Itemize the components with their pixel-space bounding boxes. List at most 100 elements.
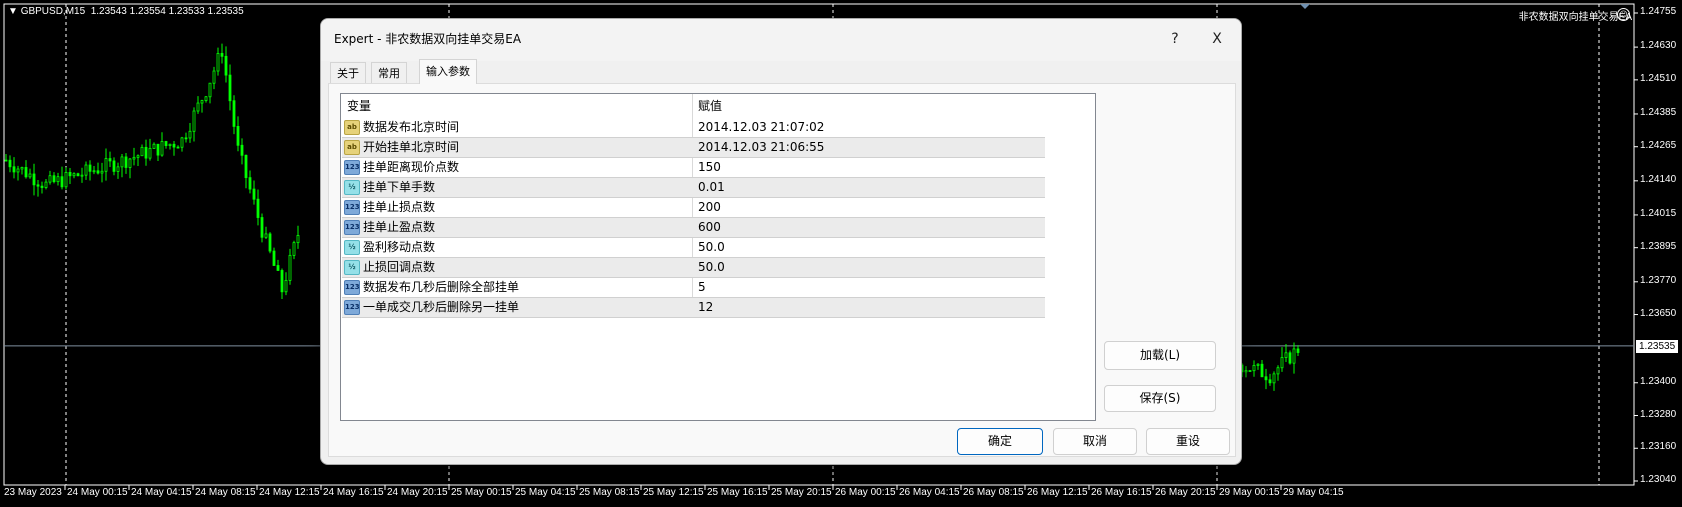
candle-body (220, 53, 224, 57)
help-button[interactable]: ? (1155, 25, 1195, 53)
integer-type-icon: 123 (344, 300, 360, 315)
cancel-button[interactable]: 取消 (1053, 428, 1137, 455)
reset-button[interactable]: 重设 (1146, 428, 1230, 455)
parameter-value[interactable]: 150 (698, 158, 721, 177)
parameter-row[interactable]: 123 挂单止损点数 200 (342, 198, 1045, 218)
candle-body (16, 168, 20, 173)
save-button[interactable]: 保存(S) (1104, 385, 1216, 412)
parameter-value[interactable]: 50.0 (698, 258, 725, 277)
candle-body (128, 158, 132, 168)
current-price-label: 1.23535 (1636, 340, 1679, 353)
parameter-row[interactable]: ½ 盈利移动点数 50.0 (342, 238, 1045, 258)
candle-body (164, 141, 168, 146)
candle-body (216, 53, 220, 72)
candle-body (212, 70, 216, 84)
parameter-value[interactable]: 0.01 (698, 178, 725, 197)
price-tick-label: 1.24015 (1640, 207, 1677, 219)
candle-body (256, 198, 260, 218)
candle-body (1292, 348, 1296, 364)
parameter-name: 数据发布几秒后删除全部挂单 (363, 280, 520, 294)
candle-body (180, 137, 184, 148)
time-tick-label: 24 May 00:15 (67, 487, 128, 498)
parameter-row[interactable]: 123 一单成交几秒后删除另一挂单 12 (342, 298, 1045, 318)
parameter-row[interactable]: ab 开始挂单北京时间 2014.12.03 21:06:55 (342, 138, 1045, 158)
parameter-name: 止损回调点数 (363, 260, 436, 274)
candle-body (224, 55, 228, 76)
column-header-variable[interactable]: 变量 (341, 94, 371, 118)
parameter-value[interactable]: 600 (698, 218, 721, 237)
candle-body (1260, 363, 1264, 378)
candle-body (284, 279, 288, 293)
time-tick-label: 26 May 08:15 (963, 487, 1024, 498)
tab-inputs[interactable]: 输入参数 (419, 59, 477, 84)
candle-body (140, 146, 144, 157)
column-header-value[interactable]: 赋值 (692, 94, 722, 118)
candle-body (236, 126, 240, 146)
parameter-name: 挂单距离现价点数 (363, 160, 460, 174)
integer-type-icon: 123 (344, 200, 360, 215)
smiley-icon[interactable]: ☺ (1617, 8, 1630, 21)
parameter-row[interactable]: ½ 止损回调点数 50.0 (342, 258, 1045, 278)
price-tick-label: 1.23895 (1640, 240, 1677, 252)
candle-body (200, 100, 204, 104)
parameter-row[interactable]: ½ 挂单下单手数 0.01 (342, 178, 1045, 198)
candle-body (1280, 357, 1284, 369)
candle-body (32, 173, 36, 186)
candle-body (160, 141, 164, 156)
time-tick-label: 24 May 16:15 (323, 487, 384, 498)
candle-body (172, 143, 176, 148)
dropdown-triangle-icon[interactable]: ▼ (8, 6, 18, 17)
parameters-table[interactable]: 变量 赋值 ab 数据发布北京时间 2014.12.03 21:07:02 ab … (340, 93, 1096, 421)
close-button[interactable]: X (1197, 25, 1237, 53)
price-tick-label: 1.24385 (1640, 106, 1677, 118)
tab-about[interactable]: 关于 (330, 62, 366, 84)
parameter-row[interactable]: 123 挂单距离现价点数 150 (342, 158, 1045, 178)
time-tick-label: 24 May 04:15 (131, 487, 192, 498)
price-tick-label: 1.23160 (1640, 441, 1677, 453)
candle-body (48, 175, 52, 183)
candle-body (40, 185, 44, 188)
ok-button[interactable]: 确定 (957, 428, 1043, 455)
price-tick-label: 1.23040 (1640, 474, 1677, 485)
candle-body (176, 146, 180, 149)
candle-body (64, 172, 68, 188)
inputs-panel: 变量 赋值 ab 数据发布北京时间 2014.12.03 21:07:02 ab … (328, 83, 1236, 457)
time-tick-label: 24 May 08:15 (195, 487, 256, 498)
candle-body (296, 235, 300, 244)
candle-body (192, 110, 196, 132)
candle-body (52, 175, 56, 183)
candle-body (20, 167, 24, 170)
candle-body (28, 173, 32, 178)
load-button[interactable]: 加载(L) (1104, 341, 1216, 370)
price-tick-label: 1.24510 (1640, 72, 1677, 84)
candle-body (292, 242, 296, 256)
parameter-value[interactable]: 12 (698, 298, 713, 317)
candle-body (148, 148, 152, 159)
tab-common[interactable]: 常用 (371, 62, 407, 84)
candle-body (1268, 379, 1272, 384)
candle-body (1248, 370, 1252, 372)
candle-body (116, 166, 120, 172)
parameter-row[interactable]: ab 数据发布北京时间 2014.12.03 21:07:02 (342, 118, 1045, 138)
candle-body (4, 159, 8, 162)
candle-body (248, 177, 252, 190)
symbol-label: GBPUSD,M15 (20, 6, 86, 17)
candle-body (1244, 370, 1248, 373)
candle-body (240, 144, 244, 156)
parameter-value[interactable]: 2014.12.03 21:06:55 (698, 138, 824, 157)
candle-body (36, 184, 40, 187)
time-tick-label: 24 May 12:15 (259, 487, 320, 498)
parameter-row[interactable]: 123 数据发布几秒后删除全部挂单 5 (342, 278, 1045, 298)
candle-body (1264, 376, 1268, 381)
parameter-row[interactable]: 123 挂单止盈点数 600 (342, 218, 1045, 238)
candle-body (188, 130, 192, 139)
candle-body (1272, 373, 1276, 384)
candle-body (136, 155, 140, 158)
dialog-titlebar[interactable]: Expert - 非农数据双向挂单交易EA ? X (321, 19, 1241, 61)
parameter-value[interactable]: 50.0 (698, 238, 725, 257)
parameter-value[interactable]: 2014.12.03 21:07:02 (698, 118, 824, 137)
parameter-value[interactable]: 200 (698, 198, 721, 217)
price-tick-label: 1.24755 (1640, 6, 1677, 17)
candle-body (184, 137, 188, 140)
parameter-value[interactable]: 5 (698, 278, 706, 297)
